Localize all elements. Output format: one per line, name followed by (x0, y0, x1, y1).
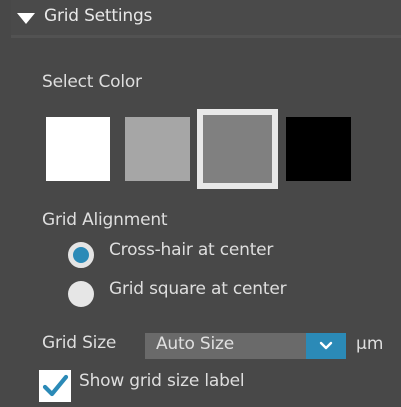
select-color-label: Select Color (42, 72, 142, 92)
chevron-down-icon (319, 341, 333, 350)
grid-settings-panel: Grid Settings Select Color Grid Alignmen… (0, 0, 401, 407)
grid-size-label: Grid Size (42, 333, 117, 353)
grid-size-value: Auto Size (156, 334, 234, 354)
color-swatch-gray[interactable] (197, 109, 278, 189)
grid-settings-header[interactable]: Grid Settings (11, 0, 401, 38)
radio-button-crosshair[interactable] (68, 242, 94, 268)
show-grid-size-label: Show grid size label (79, 371, 245, 391)
color-swatch-white[interactable] (46, 117, 110, 181)
radio-label-crosshair: Cross-hair at center (109, 240, 274, 260)
color-swatch-black[interactable] (286, 117, 351, 181)
grid-alignment-label: Grid Alignment (42, 210, 168, 230)
panel-title: Grid Settings (44, 6, 153, 26)
triangle-down-icon[interactable] (17, 13, 35, 24)
radio-button-grid-square[interactable] (68, 281, 94, 307)
radio-label-grid-square: Grid square at center (109, 279, 287, 299)
grid-size-unit: µm (356, 334, 384, 354)
grid-size-select[interactable]: Auto Size (145, 333, 346, 359)
grid-size-dropdown-button[interactable] (306, 333, 346, 359)
show-grid-size-checkbox[interactable] (39, 370, 71, 402)
color-swatch-light-gray[interactable] (125, 117, 190, 181)
checkmark-icon (42, 374, 69, 397)
